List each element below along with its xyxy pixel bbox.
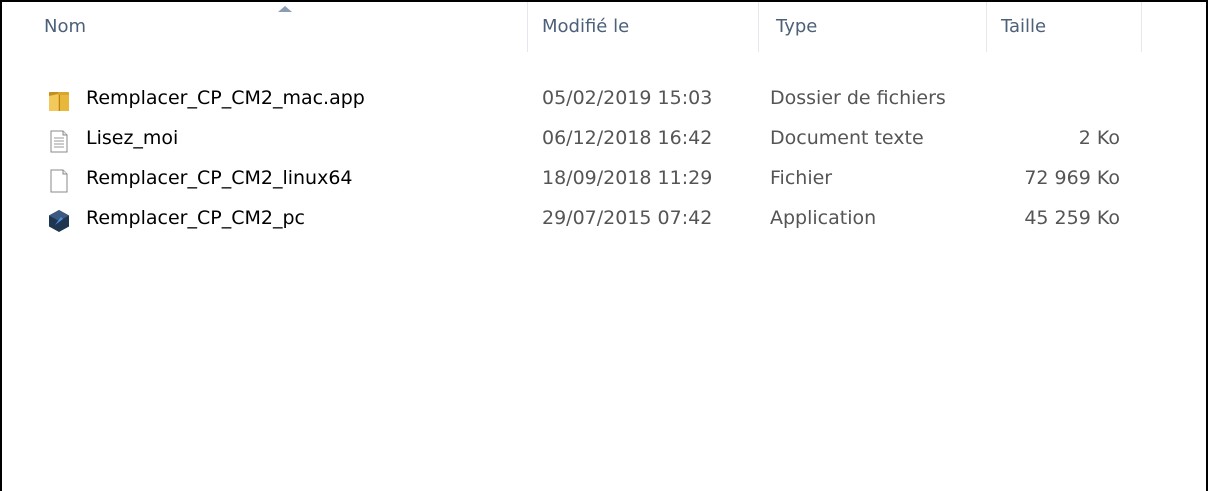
application-icon: [46, 207, 72, 232]
column-header-modified[interactable]: Modifié le: [528, 2, 759, 52]
column-header-bar: Nom Modifié le Type Taille: [2, 2, 1206, 52]
column-header-modified-label: Modifié le: [542, 16, 630, 37]
file-row[interactable]: Remplacer_CP_CM2_mac.app 05/02/2019 15:0…: [2, 78, 1206, 118]
column-header-size-label: Taille: [1001, 16, 1047, 37]
file-modified: 06/12/2018 16:42: [542, 127, 713, 149]
column-header-size[interactable]: Taille: [987, 2, 1142, 52]
column-header-name[interactable]: Nom: [2, 2, 528, 52]
folder-icon: [46, 87, 72, 111]
file-size: [992, 78, 1120, 118]
file-explorer-window: Nom Modifié le Type Taille Remplacer_CP_…: [0, 0, 1208, 491]
file-name: Remplacer_CP_CM2_mac.app: [86, 87, 365, 109]
file-name: Remplacer_CP_CM2_linux64: [86, 167, 353, 189]
file-size: 45 259 Ko: [1024, 207, 1120, 229]
file-size: 2 Ko: [1078, 127, 1120, 149]
file-name: Remplacer_CP_CM2_pc: [86, 207, 305, 229]
file-row[interactable]: Remplacer_CP_CM2_pc 29/07/2015 07:42 App…: [2, 198, 1206, 238]
file-type: Fichier: [770, 167, 833, 189]
file-type: Dossier de fichiers: [770, 87, 946, 109]
file-modified: 18/09/2018 11:29: [542, 167, 713, 189]
blank-file-icon: [46, 167, 72, 193]
text-document-icon: [46, 127, 72, 153]
column-header-type-label: Type: [776, 16, 818, 37]
file-size: 72 969 Ko: [1024, 167, 1120, 189]
file-name: Lisez_moi: [86, 127, 179, 149]
sort-ascending-icon: [278, 6, 292, 12]
file-modified: 05/02/2019 15:03: [542, 87, 713, 109]
file-modified: 29/07/2015 07:42: [542, 207, 713, 229]
file-list: Remplacer_CP_CM2_mac.app 05/02/2019 15:0…: [2, 78, 1206, 238]
file-row[interactable]: Remplacer_CP_CM2_linux64 18/09/2018 11:2…: [2, 158, 1206, 198]
column-header-name-label: Nom: [44, 16, 87, 37]
file-type: Document texte: [770, 127, 924, 149]
file-type: Application: [770, 207, 877, 229]
file-row[interactable]: Lisez_moi 06/12/2018 16:42 Document text…: [2, 118, 1206, 158]
column-header-type[interactable]: Type: [759, 2, 987, 52]
